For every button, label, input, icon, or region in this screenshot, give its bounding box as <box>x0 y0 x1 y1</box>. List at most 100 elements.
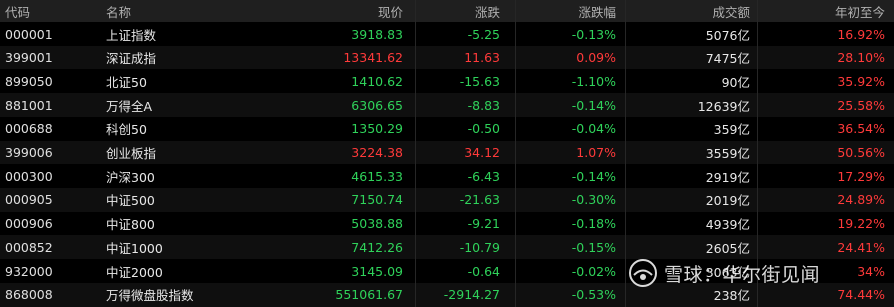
column-header-name[interactable]: 名称 <box>106 0 256 22</box>
cell-name: 中证800 <box>106 217 155 233</box>
cell-code: 868008 <box>5 287 53 303</box>
table-row[interactable]: 881001 万得全A 6306.65 -8.83 -0.14% 12639亿 25.58% <box>0 93 894 118</box>
table-row[interactable]: 000905 中证500 7150.74 -21.63 -0.30% 2019亿 24.89… <box>0 187 894 212</box>
column-divider <box>757 116 758 141</box>
cell-name: 创业板指 <box>106 146 157 161</box>
cell-price: 4615.33 <box>351 168 403 184</box>
cell-code: 000852 <box>5 239 53 255</box>
column-divider <box>415 282 416 307</box>
column-divider <box>625 140 626 165</box>
table-row[interactable]: 399001 深证成指 13341.62 11.63 0.09% 7475亿 28.10% <box>0 45 894 70</box>
cell-change-pct: -1.10% <box>571 73 616 89</box>
cell-change: -2914.27 <box>443 287 500 303</box>
cell-name: 万得微盘股指数 <box>106 288 194 304</box>
cell-price: 3145.09 <box>351 263 403 279</box>
cell-change-pct: -0.13% <box>571 26 616 42</box>
table-row[interactable]: 000688 科创50 1350.29 -0.50 -0.04% 359亿 36.54% <box>0 116 894 141</box>
column-header-amount[interactable]: 成交额 <box>630 0 750 22</box>
table-row[interactable]: 868008 万得微盘股指数 551061.67 -2914.27 -0.53% 238亿… <box>0 282 894 307</box>
cell-change-pct: -0.53% <box>571 287 616 303</box>
column-divider <box>757 45 758 70</box>
cell-price: 1410.62 <box>351 73 403 89</box>
column-divider <box>757 69 758 94</box>
cell-change-pct: -0.14% <box>571 168 616 184</box>
cell-change-pct: -0.15% <box>571 239 616 255</box>
cell-ytd: 74.44% <box>837 287 885 303</box>
column-header-change-pct[interactable]: 涨跌幅 <box>520 0 616 22</box>
column-divider <box>625 259 626 283</box>
cell-change: -15.63 <box>459 73 500 89</box>
cell-amount: 7475亿 <box>705 51 750 67</box>
column-divider <box>415 235 416 260</box>
table-row[interactable]: 000300 沪深300 4615.33 -6.43 -0.14% 2919亿 17.29% <box>0 164 894 189</box>
column-header-price[interactable]: 现价 <box>260 0 403 22</box>
cell-change-pct: 1.07% <box>576 145 616 160</box>
column-divider <box>515 69 516 94</box>
cell-amount: 359亿 <box>713 122 750 138</box>
column-divider <box>515 22 516 46</box>
column-divider <box>515 45 516 70</box>
column-divider <box>515 140 516 165</box>
cell-price: 3224.38 <box>351 145 403 160</box>
column-divider <box>415 93 416 118</box>
cell-change: -0.50 <box>467 121 500 137</box>
cell-amount: 12639亿 <box>697 98 750 114</box>
cell-amount: 2605亿 <box>705 240 750 256</box>
column-divider <box>757 211 758 236</box>
cell-amount: 4939亿 <box>705 217 750 233</box>
column-divider <box>515 282 516 307</box>
cell-amount: 2919亿 <box>705 169 750 185</box>
cell-code: 399001 <box>5 50 53 66</box>
table-row[interactable]: 000852 中证1000 7412.26 -10.79 -0.15% 2605亿 24.4… <box>0 235 894 260</box>
column-divider <box>515 259 516 283</box>
cell-change-pct: -0.02% <box>571 263 616 279</box>
column-header-change[interactable]: 涨跌 <box>420 0 500 22</box>
cell-code: 000001 <box>5 26 53 42</box>
cell-name: 沪深300 <box>106 169 155 185</box>
column-divider <box>757 164 758 189</box>
column-divider <box>625 93 626 118</box>
column-divider <box>515 0 516 22</box>
column-divider <box>415 211 416 236</box>
column-divider <box>415 187 416 212</box>
cell-change-pct: -0.18% <box>571 216 616 232</box>
column-header-ytd[interactable]: 年初至今 <box>765 0 885 22</box>
table-row[interactable]: 000906 中证800 5038.88 -9.21 -0.18% 4939亿 19.22% <box>0 211 894 236</box>
cell-change: 11.63 <box>464 50 500 66</box>
cell-change: 34.12 <box>464 145 500 160</box>
column-divider <box>625 235 626 260</box>
column-divider <box>757 93 758 118</box>
cell-code: 881001 <box>5 97 53 113</box>
table-row[interactable]: 399006 创业板指 3224.38 34.12 1.07% 3559亿 50.56% <box>0 140 894 165</box>
column-divider <box>625 0 626 22</box>
column-divider <box>515 164 516 189</box>
cell-code: 899050 <box>5 73 53 89</box>
cell-amount: 238亿 <box>713 288 750 304</box>
cell-change-pct: -0.04% <box>571 121 616 137</box>
cell-name: 万得全A <box>106 98 153 114</box>
column-divider <box>515 235 516 260</box>
cell-ytd: 36.54% <box>837 121 885 137</box>
cell-change: -8.83 <box>467 97 500 113</box>
column-divider <box>415 69 416 94</box>
column-divider <box>625 211 626 236</box>
column-divider <box>515 187 516 212</box>
table-row[interactable]: 932000 中证2000 3145.09 -0.64 -0.02% 3063亿 34% <box>0 259 894 283</box>
column-divider <box>625 164 626 189</box>
table-row[interactable]: 899050 北证50 1410.62 -15.63 -1.10% 90亿 35.92% <box>0 69 894 94</box>
cell-amount: 90亿 <box>721 74 750 90</box>
cell-change: -0.64 <box>467 263 500 279</box>
cell-price: 1350.29 <box>351 121 403 137</box>
cell-ytd: 24.41% <box>837 239 885 255</box>
cell-name: 上证指数 <box>106 27 157 43</box>
cell-name: 中证500 <box>106 193 155 209</box>
cell-ytd: 50.56% <box>837 145 885 160</box>
column-divider <box>415 45 416 70</box>
column-header-code[interactable]: 代码 <box>5 0 90 22</box>
cell-change: -10.79 <box>459 239 500 255</box>
table-header: 代码 名称 现价 涨跌 涨跌幅 成交额 年初至今 <box>0 0 894 23</box>
table-row[interactable]: 000001 上证指数 3918.83 -5.25 -0.13% 5076亿 16.92% <box>0 22 894 46</box>
cell-change: -21.63 <box>459 192 500 208</box>
cell-code: 000906 <box>5 216 53 232</box>
column-divider <box>415 164 416 189</box>
